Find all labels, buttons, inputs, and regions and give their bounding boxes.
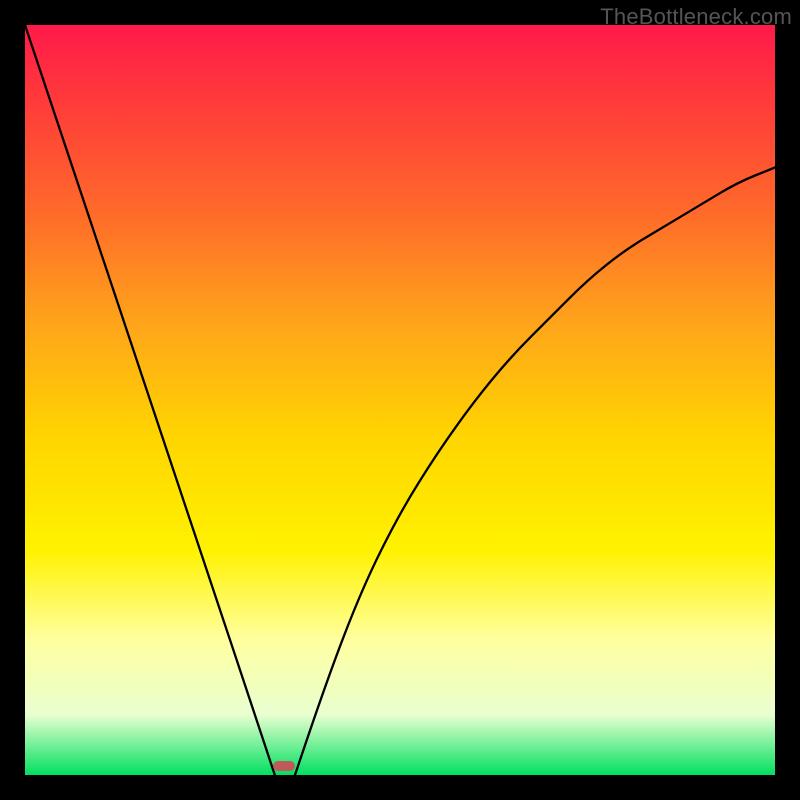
bottleneck-curve <box>25 25 775 775</box>
optimum-marker <box>273 761 295 771</box>
curve-right-segment <box>295 168 775 776</box>
chart-frame: TheBottleneck.com <box>0 0 800 800</box>
curve-left-segment <box>25 25 275 775</box>
plot-area <box>25 25 775 775</box>
